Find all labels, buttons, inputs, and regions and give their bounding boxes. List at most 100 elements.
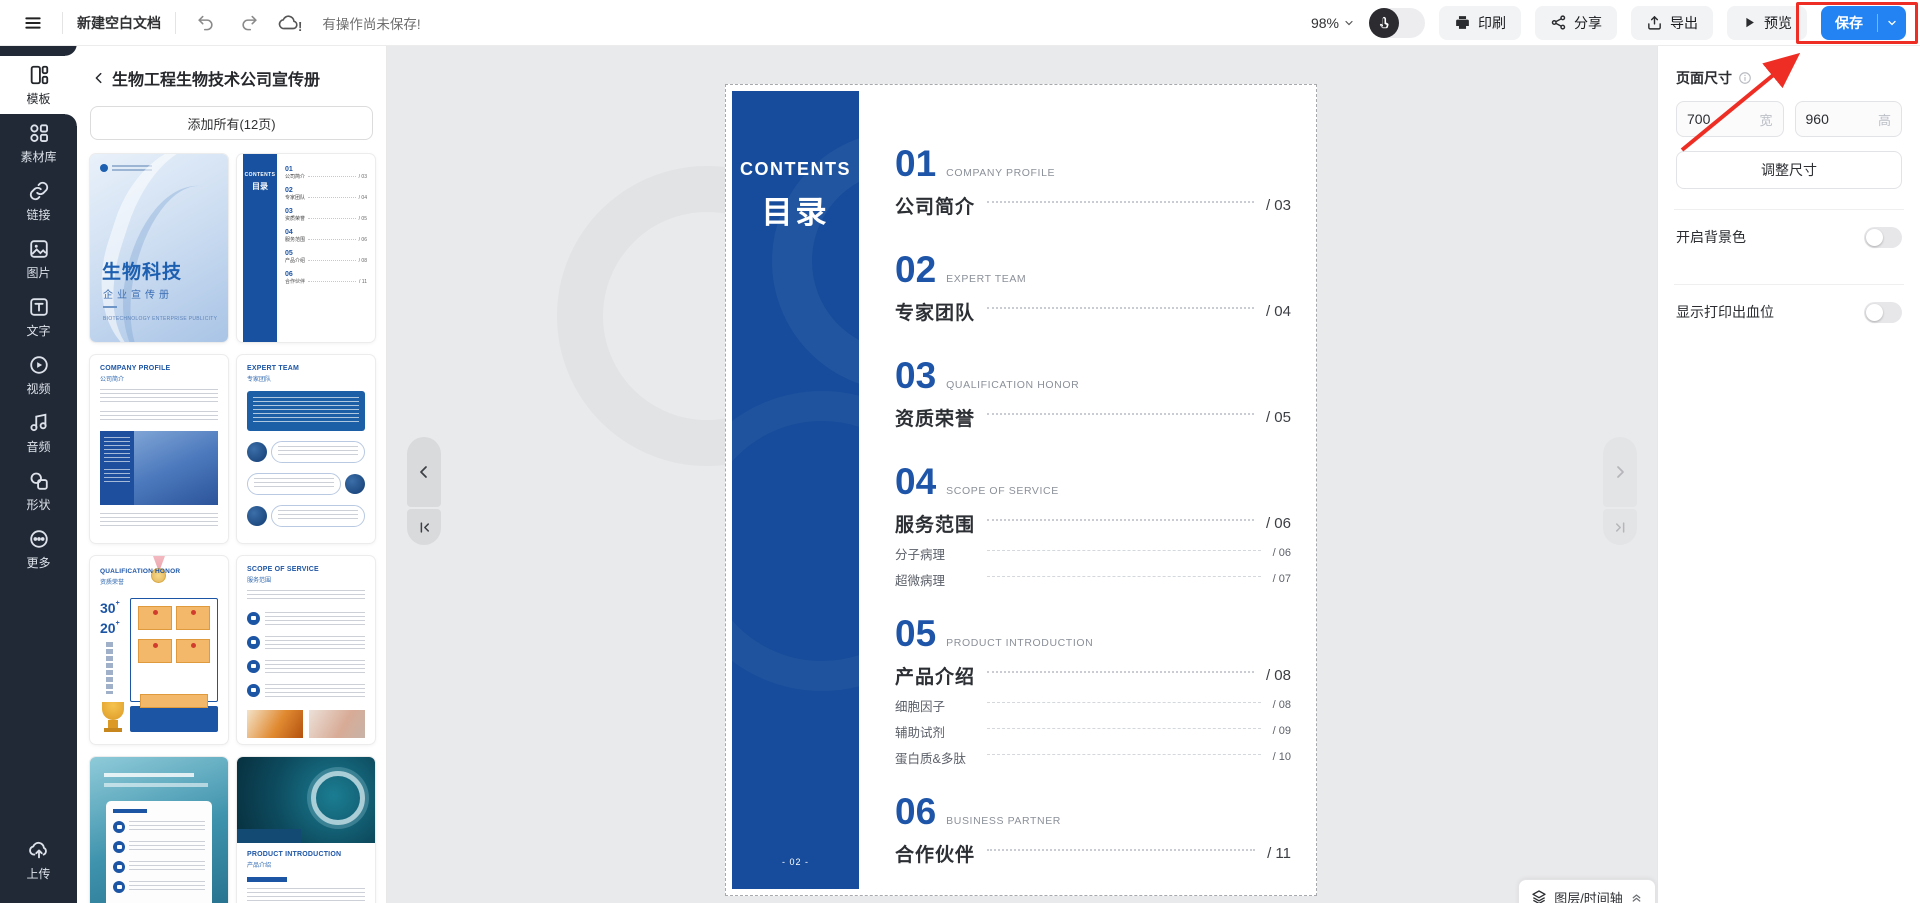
chevron-right-icon	[1612, 464, 1628, 480]
page-width-field[interactable]: 宽	[1676, 101, 1784, 137]
trophy-icon	[102, 702, 124, 720]
prev-page-button[interactable]	[407, 437, 441, 507]
info-icon	[1738, 71, 1752, 85]
page-nav-right	[1603, 437, 1637, 545]
certificate	[138, 639, 172, 663]
document-page[interactable]: CONTENTS 目录 - 02 - 01COMPANY PROFILE 公司简…	[725, 84, 1317, 896]
page-height-input[interactable]	[1806, 111, 1866, 127]
sidebar-item-audio[interactable]: 音频	[0, 404, 77, 462]
shapes-icon	[28, 470, 50, 492]
top-toolbar: 新建空白文档 ! 有操作尚未保存! 98%	[0, 0, 1920, 46]
canvas-area[interactable]: CONTENTS 目录 - 02 - 01COMPANY PROFILE 公司简…	[387, 46, 1657, 903]
template-thumb-product-introduction[interactable]: PRODUCT INTRODUCTION 产品介绍	[237, 757, 375, 903]
divider	[62, 12, 63, 34]
last-page-button[interactable]	[1603, 509, 1637, 545]
first-page-button[interactable]	[407, 509, 441, 545]
template-thumb-expert-team[interactable]: EXPERT TEAM 专家团队	[237, 355, 375, 543]
layers-timeline-button[interactable]: 图层/时间轴	[1518, 879, 1656, 903]
share-icon	[1550, 14, 1567, 31]
service-bullet-icon	[247, 636, 260, 649]
resize-button[interactable]: 调整尺寸	[1676, 151, 1902, 189]
layers-icon	[1531, 889, 1547, 903]
templates-icon	[28, 64, 50, 86]
inspector-panel: 页面尺寸 宽 高 调整尺寸 开启背景色 显示打印出血位	[1657, 46, 1920, 903]
table-of-contents: 01COMPANY PROFILE 公司简介/ 03 02EXPERT TEAM…	[895, 142, 1291, 870]
sidebar-item-images[interactable]: 图片	[0, 230, 77, 288]
save-dropdown-caret[interactable]	[1878, 17, 1906, 29]
sidebar-item-assets[interactable]: 素材库	[0, 114, 77, 172]
template-thumb-scope-of-service[interactable]: SCOPE OF SERVICE 服务范围	[237, 556, 375, 744]
list-bullet-icon	[113, 881, 125, 893]
template-set-title[interactable]: 生物工程生物技术公司宣传册	[90, 66, 373, 90]
touch-mode-toggle[interactable]	[1369, 8, 1425, 38]
save-status-text: 有操作尚未保存!	[322, 13, 420, 33]
thumb-photo	[247, 710, 303, 738]
back-chevron-icon	[92, 71, 106, 85]
sidebar-item-text[interactable]: 文字	[0, 288, 77, 346]
left-icon-rail: 模板 素材库 链接 图片 文字 视频 音频 形状	[0, 46, 77, 903]
sidebar-item-links[interactable]: 链接	[0, 172, 77, 230]
chevron-down-icon	[1343, 17, 1355, 29]
next-page-button[interactable]	[1603, 437, 1637, 507]
image-icon	[28, 238, 50, 260]
page-number: - 02 -	[732, 857, 859, 867]
chevron-down-icon	[1886, 17, 1898, 29]
share-button[interactable]: 分享	[1535, 6, 1617, 40]
thumb-photo	[309, 710, 365, 738]
save-button[interactable]: 保存	[1821, 6, 1906, 40]
chevron-left-icon	[416, 464, 432, 480]
sidebar-item-shapes[interactable]: 形状	[0, 462, 77, 520]
page-size-label: 页面尺寸	[1676, 68, 1732, 88]
print-bleed-toggle[interactable]	[1864, 302, 1902, 323]
preview-button[interactable]: 预览	[1727, 6, 1807, 40]
app-root: 新建空白文档 ! 有操作尚未保存! 98%	[0, 0, 1920, 903]
certificate	[138, 606, 172, 630]
chevron-first-icon	[417, 520, 432, 535]
sidebar-item-templates[interactable]: 模板	[0, 56, 77, 114]
thumb-logo-icon	[100, 164, 108, 172]
background-color-label: 开启背景色	[1676, 227, 1746, 247]
service-bullet-icon	[247, 684, 260, 697]
upload-cloud-icon	[28, 839, 50, 861]
double-chevron-up-icon	[1630, 891, 1643, 903]
chevron-last-icon	[1613, 520, 1628, 535]
export-button[interactable]: 导出	[1631, 6, 1713, 40]
template-thumb-company-profile[interactable]: COMPANY PROFILE 公司简介	[90, 355, 228, 543]
service-bullet-icon	[247, 612, 260, 625]
sidebar-item-more[interactable]: 更多	[0, 520, 77, 578]
redo-button[interactable]	[234, 8, 264, 38]
template-thumb-contents[interactable]: CONTENTS 目录 01公司简介/ 03 02专家团队/ 04 03资质荣誉…	[237, 154, 375, 342]
contents-sidebar: CONTENTS 目录 - 02 -	[732, 91, 859, 889]
undo-button[interactable]	[190, 8, 220, 38]
sidebar-item-video[interactable]: 视频	[0, 346, 77, 404]
thumb-building-photo	[100, 431, 218, 505]
contents-title-zh: 目录	[732, 187, 859, 232]
divider	[175, 12, 176, 34]
page-height-field[interactable]: 高	[1795, 101, 1903, 137]
redo-icon	[240, 13, 259, 32]
certificate	[176, 606, 210, 630]
add-all-pages-button[interactable]: 添加所有(12页)	[90, 106, 373, 140]
doc-action-label[interactable]: 新建空白文档	[77, 13, 161, 33]
list-bullet-icon	[113, 821, 125, 833]
print-button[interactable]: 印刷	[1439, 6, 1521, 40]
template-thumb-qualification-honor[interactable]: QUALIFICATION HONOR 资质荣誉 30+ 20+	[90, 556, 228, 744]
asset-library-icon	[28, 122, 50, 144]
more-icon	[28, 528, 50, 550]
template-panel: 生物工程生物技术公司宣传册 添加所有(12页) 生物科技 企业宣传册 BIOTE…	[77, 46, 387, 903]
background-color-toggle[interactable]	[1864, 227, 1902, 248]
template-thumb-cover[interactable]: 生物科技 企业宣传册 BIOTECHNOLOGY ENTERPRISE PUBL…	[90, 154, 228, 342]
certificate	[176, 639, 210, 663]
template-thumb-droplets[interactable]	[90, 757, 228, 903]
list-bullet-icon	[113, 861, 125, 873]
video-icon	[28, 354, 50, 376]
link-icon	[28, 180, 50, 202]
zoom-control[interactable]: 98%	[1311, 15, 1355, 31]
list-bullet-icon	[113, 841, 125, 853]
sidebar-item-upload[interactable]: 上传	[0, 831, 77, 889]
avatar	[345, 474, 365, 494]
audio-icon	[28, 412, 50, 434]
hamburger-menu-button[interactable]	[18, 8, 48, 38]
page-width-input[interactable]	[1687, 111, 1747, 127]
contents-title-en: CONTENTS	[732, 159, 859, 180]
